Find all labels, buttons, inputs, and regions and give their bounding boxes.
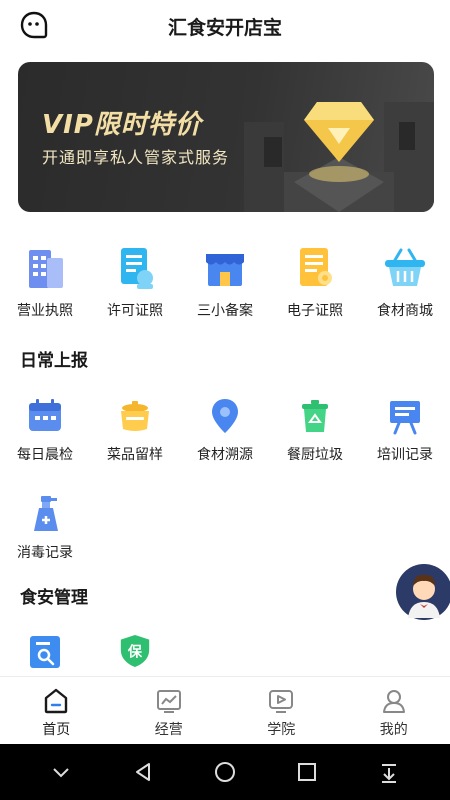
store-icon <box>206 254 244 286</box>
board-icon <box>390 401 420 435</box>
daily-grid-row-2: 消毒记录 <box>0 494 450 562</box>
tab-mine[interactable]: 我的 <box>338 677 450 744</box>
diamond-icon <box>244 102 434 212</box>
tab-label: 我的 <box>379 722 408 738</box>
tab-academy[interactable]: 学院 <box>225 677 338 744</box>
certificate-icon <box>300 248 332 286</box>
safety-section-title: 食安管理 <box>20 588 88 608</box>
bottom-tab-bar: 首页 经营 学院 我的 <box>0 676 450 744</box>
header: 汇食安开店宝 <box>0 0 450 50</box>
safety-item-inspection[interactable] <box>0 634 90 668</box>
grid-item-label: 电子证照 <box>287 303 343 319</box>
shield-icon: 保 <box>120 634 150 668</box>
tab-label: 经营 <box>154 722 183 738</box>
basket-icon <box>385 248 425 286</box>
chart-icon <box>156 690 181 713</box>
app-title: 汇食安开店宝 <box>167 17 282 39</box>
tab-home[interactable]: 首页 <box>0 677 113 744</box>
grid-item-e-certificate[interactable]: 电子证照 <box>270 244 360 320</box>
daily-item-morning-check[interactable]: 每日晨检 <box>0 396 90 464</box>
user-icon <box>382 690 405 713</box>
back-icon[interactable] <box>128 757 158 787</box>
tab-label: 首页 <box>42 722 71 738</box>
grid-item-business-license[interactable]: 营业执照 <box>0 244 90 320</box>
spray-icon <box>34 496 58 531</box>
chevron-down-icon[interactable] <box>46 757 76 787</box>
banner-subtitle: 开通即享私人管家式服务 <box>42 148 230 167</box>
daily-section-title: 日常上报 <box>20 351 88 371</box>
permit-icon <box>121 248 153 289</box>
safety-grid: 保 <box>0 634 450 668</box>
home-icon <box>45 688 68 714</box>
daily-item-kitchen-waste[interactable]: 餐厨垃圾 <box>270 396 360 464</box>
recents-icon[interactable] <box>292 757 322 787</box>
daily-item-label: 每日晨检 <box>17 447 73 463</box>
video-icon <box>269 690 294 713</box>
grid-item-label: 食材商城 <box>377 303 433 319</box>
daily-item-label: 消毒记录 <box>17 545 73 561</box>
home-circle-icon[interactable] <box>210 757 240 787</box>
daily-item-label: 餐厨垃圾 <box>287 447 343 463</box>
vip-banner[interactable]: VIP限时特价 开通即享私人管家式服务 <box>18 62 434 212</box>
pot-icon <box>121 401 149 431</box>
daily-grid: 每日晨检 菜品留样 食材溯源 餐厨垃圾 培训记录 <box>0 396 450 464</box>
daily-item-label: 培训记录 <box>377 447 433 463</box>
daily-item-label: 食材溯源 <box>197 447 253 463</box>
grid-item-label: 营业执照 <box>17 303 73 319</box>
tab-business[interactable]: 经营 <box>113 677 226 744</box>
grid-item-label: 许可证照 <box>107 303 163 319</box>
safety-item-insurance[interactable]: 保 <box>90 634 180 668</box>
banner-title: VIP限时特价 <box>42 110 202 140</box>
service-grid: 营业执照 许可证照 三小备案 电子证照 食材商城 <box>0 244 450 320</box>
calendar-icon <box>29 399 61 431</box>
tab-label: 学院 <box>267 722 296 738</box>
building-icon <box>29 250 63 288</box>
daily-item-label: 菜品留样 <box>107 447 163 463</box>
location-icon <box>212 399 238 433</box>
customer-service-avatar[interactable] <box>394 562 450 622</box>
daily-item-traceability[interactable]: 食材溯源 <box>180 396 270 464</box>
daily-item-dish-sample[interactable]: 菜品留样 <box>90 396 180 464</box>
grid-item-permit[interactable]: 许可证照 <box>90 244 180 320</box>
system-navigation-bar <box>0 744 450 800</box>
daily-item-disinfection[interactable]: 消毒记录 <box>0 494 90 562</box>
shield-badge: 保 <box>127 644 143 661</box>
recycle-bin-icon <box>302 400 328 432</box>
grid-item-label: 三小备案 <box>197 303 253 319</box>
daily-item-training[interactable]: 培训记录 <box>360 396 450 464</box>
grid-item-three-small-filing[interactable]: 三小备案 <box>180 244 270 320</box>
search-doc-icon <box>30 636 60 668</box>
grid-item-food-mall[interactable]: 食材商城 <box>360 244 450 320</box>
notification-pull-icon[interactable] <box>374 757 404 787</box>
